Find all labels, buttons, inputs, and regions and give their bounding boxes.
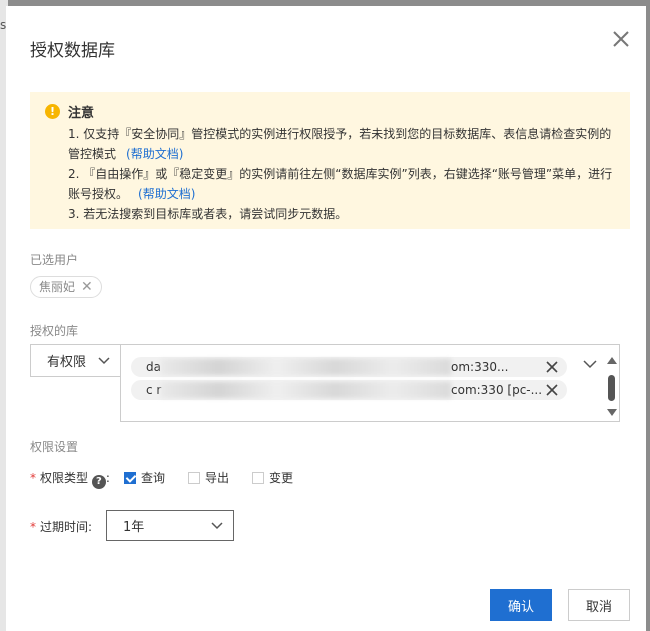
database-chip-prefix: c r: [146, 383, 162, 397]
cancel-button[interactable]: 取消: [568, 589, 630, 621]
database-chip: c r com:330 [pc-...: [131, 380, 567, 400]
checkbox-label: 变更: [269, 471, 294, 485]
help-doc-link-2[interactable]: (帮助文档): [138, 187, 195, 201]
redacted-text: [161, 359, 451, 375]
database-chip-prefix: da: [146, 360, 161, 374]
chevron-down-icon: [98, 356, 110, 364]
required-mark: *: [30, 471, 36, 485]
expire-time-select[interactable]: 1年: [106, 510, 234, 541]
permission-settings-label: 权限设置: [30, 440, 79, 454]
warning-icon: !: [45, 104, 60, 119]
user-tag-label: 焦丽妃: [39, 280, 76, 294]
remove-user-icon[interactable]: ✕: [81, 277, 93, 297]
selected-users-label: 已选用户: [30, 253, 79, 267]
database-chip-suffix: om:330...: [451, 360, 509, 374]
user-tag: 焦丽妃 ✕: [30, 276, 102, 298]
remove-database-icon[interactable]: [545, 383, 559, 397]
checkbox-box[interactable]: [188, 471, 200, 484]
expire-time-label: * 过期时间:: [30, 520, 93, 534]
dialog-title: 授权数据库: [30, 41, 115, 61]
remove-database-icon[interactable]: [545, 360, 559, 374]
permission-type-label: * 权限类型 ?:: [30, 471, 110, 489]
chevron-down-icon[interactable]: [583, 359, 597, 369]
scrollbar-thumb[interactable]: [608, 375, 615, 401]
confirm-button[interactable]: 确认: [490, 589, 552, 621]
chevron-down-icon: [211, 521, 223, 529]
authorize-database-dialog: 授权数据库 ! 注意 1. 仅支持『安全协同』管控模式的实例进行权限授予，若未找…: [6, 6, 646, 631]
notice-title: 注意: [68, 106, 95, 121]
redacted-text: [161, 382, 451, 398]
close-icon[interactable]: [610, 28, 632, 50]
checkbox-label: 导出: [205, 471, 230, 485]
checkbox-query[interactable]: 查询: [124, 469, 165, 486]
notice-line-2: 2. 『自由操作』或『稳定变更』的实例请前往左侧“数据库实例”列表，右键选择“账…: [68, 167, 613, 201]
required-mark: *: [30, 520, 36, 534]
checkbox-export[interactable]: 导出: [188, 469, 229, 486]
database-chip: da om:330...: [131, 357, 567, 377]
permission-scope-select[interactable]: 有权限: [30, 344, 121, 377]
permission-scope-value: 有权限: [47, 355, 87, 370]
notice-box: ! 注意 1. 仅支持『安全协同』管控模式的实例进行权限授予，若未找到您的目标数…: [30, 92, 630, 229]
scroll-up-arrow[interactable]: [607, 357, 617, 364]
database-multi-select[interactable]: da om:330... c r com:330 [pc-...: [120, 344, 620, 422]
scroll-down-arrow[interactable]: [607, 409, 617, 416]
authorized-db-label: 授权的库: [30, 324, 79, 338]
checkbox-box[interactable]: [124, 471, 136, 484]
checkbox-label: 查询: [141, 471, 166, 485]
help-doc-link-1[interactable]: (帮助文档): [126, 147, 183, 161]
notice-line-1: 1. 仅支持『安全协同』管控模式的实例进行权限授予，若未找到您的目标数据库、表信…: [68, 127, 612, 161]
notice-line-3: 3. 若无法搜索到目标库或者表，请尝试同步元数据。: [68, 207, 348, 221]
expire-time-value: 1年: [123, 520, 145, 535]
database-chip-suffix: com:330 [pc-...: [451, 383, 543, 397]
checkbox-box[interactable]: [252, 471, 264, 484]
checkbox-change[interactable]: 变更: [252, 469, 293, 486]
question-icon[interactable]: ?: [91, 475, 106, 489]
